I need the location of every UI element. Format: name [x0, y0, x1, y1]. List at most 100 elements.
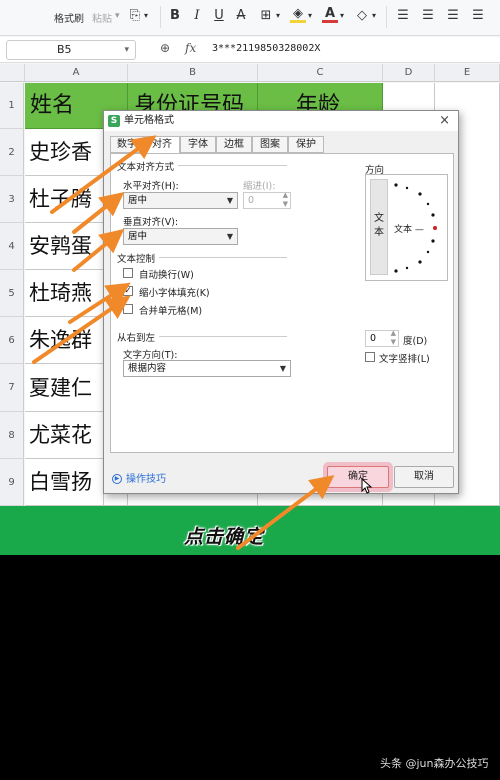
text-direction-value: 根据内容: [128, 363, 167, 374]
row-header[interactable]: 7: [0, 364, 24, 412]
vertical-align-label: 垂直对齐(V):: [123, 217, 179, 228]
name-cell[interactable]: 史珍香: [25, 129, 104, 176]
wps-logo-icon: S: [108, 115, 120, 127]
font-color-icon[interactable]: A: [322, 6, 338, 23]
align-justify-icon[interactable]: ☰: [470, 6, 486, 26]
column-header-e[interactable]: E: [435, 64, 500, 82]
chevron-down-icon: ▼: [226, 196, 233, 205]
spinner-arrows-icon[interactable]: ▲ ▼: [283, 191, 288, 209]
name-cell[interactable]: 朱逸群: [25, 317, 104, 364]
paste-dropdown-icon[interactable]: ▾: [115, 6, 120, 26]
name-cell[interactable]: 安鹑蛋: [25, 223, 104, 270]
close-icon[interactable]: ×: [439, 111, 450, 131]
cancel-button[interactable]: 取消: [394, 466, 454, 488]
select-all-corner[interactable]: [0, 64, 25, 82]
column-header-d[interactable]: D: [383, 64, 435, 82]
tab-number[interactable]: 数字: [110, 136, 144, 153]
wrap-text-checkbox[interactable]: [123, 268, 133, 278]
text-direction-label: 文字方向(T):: [123, 350, 178, 361]
strikethrough-button[interactable]: A: [234, 6, 248, 26]
vertical-align-select[interactable]: 居中 ▼: [123, 228, 238, 245]
shrink-to-fit-checkbox[interactable]: ✓: [123, 286, 133, 296]
row-header[interactable]: 5: [0, 270, 24, 317]
column-header-a[interactable]: A: [25, 64, 128, 82]
name-box[interactable]: B5 ▾: [6, 40, 136, 60]
column-header-c[interactable]: C: [258, 64, 383, 82]
row-header[interactable]: 2: [0, 129, 24, 176]
name-cell[interactable]: 尤菜花: [25, 412, 104, 459]
toolbar-divider: [386, 6, 387, 28]
degree-value: 0: [370, 333, 377, 344]
tab-font[interactable]: 字体: [180, 136, 216, 153]
stack-text-label[interactable]: 文字竖排(L): [379, 351, 430, 365]
bold-button[interactable]: B: [168, 6, 182, 26]
fill-dropdown-icon[interactable]: ▾: [308, 6, 312, 26]
row-header[interactable]: 9: [0, 459, 24, 506]
name-cell[interactable]: 白雪扬: [25, 459, 104, 506]
border-icon[interactable]: ⊞: [258, 6, 274, 26]
toolbar-divider: [160, 6, 161, 28]
eraser-icon[interactable]: ◇: [354, 6, 370, 26]
row-header[interactable]: 1: [0, 83, 24, 129]
rtl-section: 从右到左: [117, 330, 160, 344]
copy-icon[interactable]: ⎘: [127, 6, 143, 26]
tab-protection[interactable]: 保护: [288, 136, 324, 153]
degree-spinner[interactable]: 0 ▲ ▼: [365, 329, 399, 347]
fill-color-icon[interactable]: ◈: [290, 6, 306, 23]
tab-alignment[interactable]: 对齐: [144, 136, 180, 154]
vertical-text-option[interactable]: 文本: [370, 179, 388, 275]
orientation-box[interactable]: 文本 文本 —: [365, 174, 448, 281]
row-header[interactable]: 8: [0, 412, 24, 459]
chevron-down-icon[interactable]: ▾: [124, 41, 129, 59]
merge-cells-checkbox[interactable]: [123, 304, 133, 314]
italic-button[interactable]: I: [190, 6, 204, 26]
row-header[interactable]: 3: [0, 176, 24, 223]
underline-button[interactable]: U: [212, 6, 226, 26]
format-cells-dialog: S 单元格格式 × 数字 对齐 字体 边框 图案 保护 文本对齐方式 水平对齐(…: [103, 110, 459, 494]
dialog-titlebar[interactable]: S 单元格格式 ×: [104, 111, 458, 131]
eraser-dropdown-icon[interactable]: ▾: [372, 6, 376, 26]
horizontal-align-select[interactable]: 居中 ▼: [123, 192, 238, 209]
screen: 格式刷 粘贴 ▾ ⎘ ▾ B I U A ⊞ ▾ ◈ ▾ A ▾ ◇ ▾ ☰ ☰…: [0, 0, 500, 555]
name-cell[interactable]: 杜琦燕: [25, 270, 104, 317]
row-header[interactable]: 6: [0, 317, 24, 364]
tab-pattern[interactable]: 图案: [252, 136, 288, 153]
mouse-cursor-icon: [361, 478, 373, 494]
stack-text-checkbox[interactable]: [365, 352, 375, 362]
tab-border[interactable]: 边框: [216, 136, 252, 153]
row-header[interactable]: 4: [0, 223, 24, 270]
play-icon: ▶: [112, 474, 122, 484]
paste-button[interactable]: 粘贴: [92, 10, 112, 25]
spinner-arrows-icon[interactable]: ▲ ▼: [391, 329, 396, 347]
formula-bar: B5 ▾ ⊕ fx 3***2119850328002X: [0, 37, 500, 63]
font-color-dropdown-icon[interactable]: ▾: [340, 6, 344, 26]
alignment-panel: 文本对齐方式 水平对齐(H): 居中 ▼ 缩进(I): 0 ▲ ▼ 垂直对齐(V)…: [110, 153, 454, 453]
zoom-icon[interactable]: ⊕: [160, 41, 170, 55]
name-cell[interactable]: 夏建仁: [25, 364, 104, 412]
tips-label: 操作技巧: [126, 474, 166, 485]
chevron-down-icon: ▼: [226, 232, 233, 241]
column-header-b[interactable]: B: [128, 64, 258, 82]
merge-cells-label[interactable]: 合并单元格(M): [139, 303, 202, 317]
text-control-section: 文本控制: [117, 251, 160, 265]
border-dropdown-icon[interactable]: ▾: [276, 6, 280, 26]
format-painter-button[interactable]: 格式刷: [54, 10, 84, 25]
function-icon[interactable]: fx: [185, 41, 196, 55]
copy-dropdown-icon[interactable]: ▾: [144, 6, 148, 26]
horizontal-align-label: 水平对齐(H):: [123, 181, 179, 192]
align-right-icon[interactable]: ☰: [445, 6, 461, 26]
shrink-to-fit-label[interactable]: 缩小字体填充(K): [139, 285, 210, 299]
align-left-icon[interactable]: ☰: [395, 6, 411, 26]
indent-spinner[interactable]: 0 ▲ ▼: [243, 191, 291, 209]
align-center-icon[interactable]: ☰: [420, 6, 436, 26]
formula-input[interactable]: 3***2119850328002X: [212, 43, 320, 54]
chevron-down-icon: ▼: [279, 364, 286, 373]
ok-button[interactable]: 确定: [327, 466, 389, 488]
indent-value: 0: [248, 195, 255, 206]
tips-link[interactable]: ▶ 操作技巧: [112, 470, 166, 485]
orientation-text-preview: 文本 —: [394, 225, 424, 235]
wrap-text-label[interactable]: 自动换行(W): [139, 267, 194, 281]
text-direction-select[interactable]: 根据内容 ▼: [123, 360, 291, 377]
degree-unit-label: 度(D): [403, 336, 428, 347]
name-cell[interactable]: 杜子腾: [25, 176, 104, 223]
